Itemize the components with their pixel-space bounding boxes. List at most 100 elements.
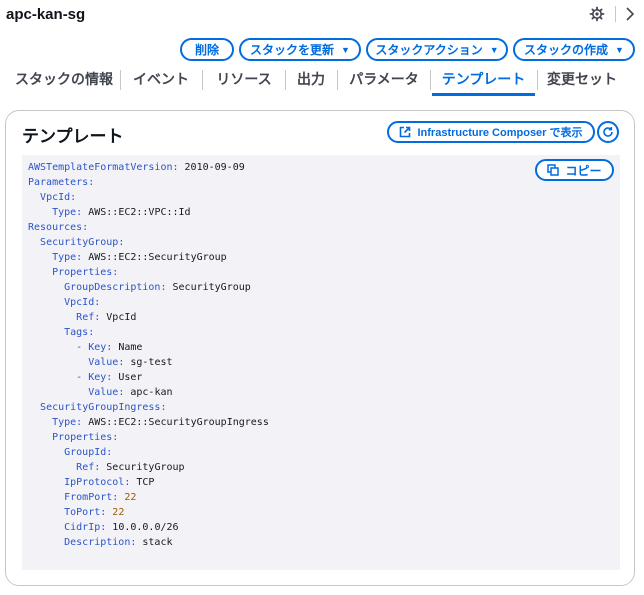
code-value: VpcId [100, 312, 137, 323]
code-key: Value: [88, 387, 125, 398]
tab-outputs[interactable]: 出力 [289, 64, 333, 94]
code-line: Ref: SecurityGroup [28, 460, 269, 475]
tab-divider [285, 70, 286, 90]
code-key: - Key: [76, 342, 113, 353]
code-line: Properties: [28, 265, 269, 280]
code-value: stack [136, 537, 173, 548]
stack-title: apc-kan-sg [6, 6, 86, 23]
code-line: Type: AWS::EC2::VPC::Id [28, 205, 269, 220]
code-line: Resources: [28, 220, 269, 235]
active-tab-indicator [432, 93, 535, 96]
code-value: Name [112, 342, 143, 353]
code-key: ToPort: [64, 507, 107, 518]
update-stack-button[interactable]: スタックを更新 ▼ [239, 38, 361, 61]
tab-template[interactable]: テンプレート [432, 64, 535, 94]
code-value: 22 [118, 492, 137, 503]
code-key: GroupId: [64, 447, 113, 458]
code-line: Parameters: [28, 175, 269, 190]
copy-button[interactable]: コピー [535, 159, 614, 181]
delete-button-label: 削除 [194, 43, 219, 57]
tab-resources[interactable]: リソース [206, 64, 282, 94]
code-key: Tags: [64, 327, 95, 338]
code-line: Type: AWS::EC2::SecurityGroupIngress [28, 415, 269, 430]
code-key: VpcId: [40, 192, 77, 203]
stack-actions-label: スタックアクション [375, 43, 483, 57]
code-line: VpcId: [28, 295, 269, 310]
gear-icon[interactable] [589, 6, 605, 22]
copy-icon [547, 164, 560, 176]
code-value: SecurityGroup [100, 462, 185, 473]
code-line: FromPort: 22 [28, 490, 269, 505]
code-value: AWS::EC2::SecurityGroupIngress [82, 417, 269, 428]
create-stack-button[interactable]: スタックの作成 ▼ [513, 38, 635, 61]
refresh-button[interactable] [597, 121, 619, 143]
code-line: - Key: Name [28, 340, 269, 355]
header-divider [615, 6, 616, 22]
code-key: IpProtocol: [64, 477, 131, 488]
tab-change-sets[interactable]: 変更セット [541, 64, 623, 94]
tab-divider [202, 70, 203, 90]
code-key: GroupDescription: [64, 282, 167, 293]
code-key: Value: [88, 357, 125, 368]
code-key: Type: [52, 252, 83, 263]
tab-stack-info[interactable]: スタックの情報 [12, 64, 116, 94]
code-value: 22 [106, 507, 125, 518]
caret-down-icon: ▼ [615, 44, 624, 55]
template-code-block: AWSTemplateFormatVersion: 2010-09-09 Para… [22, 155, 620, 570]
code-line: Type: AWS::EC2::SecurityGroup [28, 250, 269, 265]
tab-events[interactable]: イベント [124, 64, 198, 94]
code-key: - Key: [76, 372, 113, 383]
code-line: SecurityGroupIngress: [28, 400, 269, 415]
view-in-composer-button[interactable]: Infrastructure Composer で表示 [387, 121, 595, 143]
copy-button-label: コピー [565, 163, 602, 178]
code-key: Type: [52, 207, 83, 218]
code-line: ToPort: 22 [28, 505, 269, 520]
code-key: CidrIp: [64, 522, 107, 533]
code-key: Ref: [76, 312, 101, 323]
code-key: AWSTemplateFormatVersion: [28, 162, 179, 173]
code-key: Parameters: [28, 177, 95, 188]
code-value: apc-kan [124, 387, 173, 398]
code-line: VpcId: [28, 190, 269, 205]
view-in-composer-label: Infrastructure Composer で表示 [417, 127, 583, 139]
code-key: Description: [64, 537, 137, 548]
code-line: IpProtocol: TCP [28, 475, 269, 490]
stack-actions-button[interactable]: スタックアクション ▼ [366, 38, 508, 61]
create-stack-label: スタックの作成 [524, 43, 609, 57]
code-value: sg-test [124, 357, 173, 368]
code-key: SecurityGroupIngress: [40, 402, 167, 413]
delete-button[interactable]: 削除 [180, 38, 234, 61]
code-key: SecurityGroup: [40, 237, 125, 248]
code-key: Type: [52, 417, 83, 428]
code-value: 2010-09-09 [178, 162, 245, 173]
panel-title: テンプレート [22, 127, 124, 146]
code-line: GroupId: [28, 445, 269, 460]
tab-parameters[interactable]: パラメータ [341, 64, 427, 94]
code-line: Value: apc-kan [28, 385, 269, 400]
code-value: TCP [130, 477, 155, 488]
stack-header: apc-kan-sg [0, 0, 644, 30]
code-line: Ref: VpcId [28, 310, 269, 325]
code-value: AWS::EC2::SecurityGroup [82, 252, 227, 263]
code-line: AWSTemplateFormatVersion: 2010-09-09 [28, 160, 269, 175]
code-line: CidrIp: 10.0.0.0/26 [28, 520, 269, 535]
tab-bar: スタックの情報 イベント リソース 出力 パラメータ テンプレート 変更セット [0, 64, 644, 98]
code-line: - Key: User [28, 370, 269, 385]
chevron-right-icon[interactable] [623, 5, 637, 23]
code-line: Tags: [28, 325, 269, 340]
